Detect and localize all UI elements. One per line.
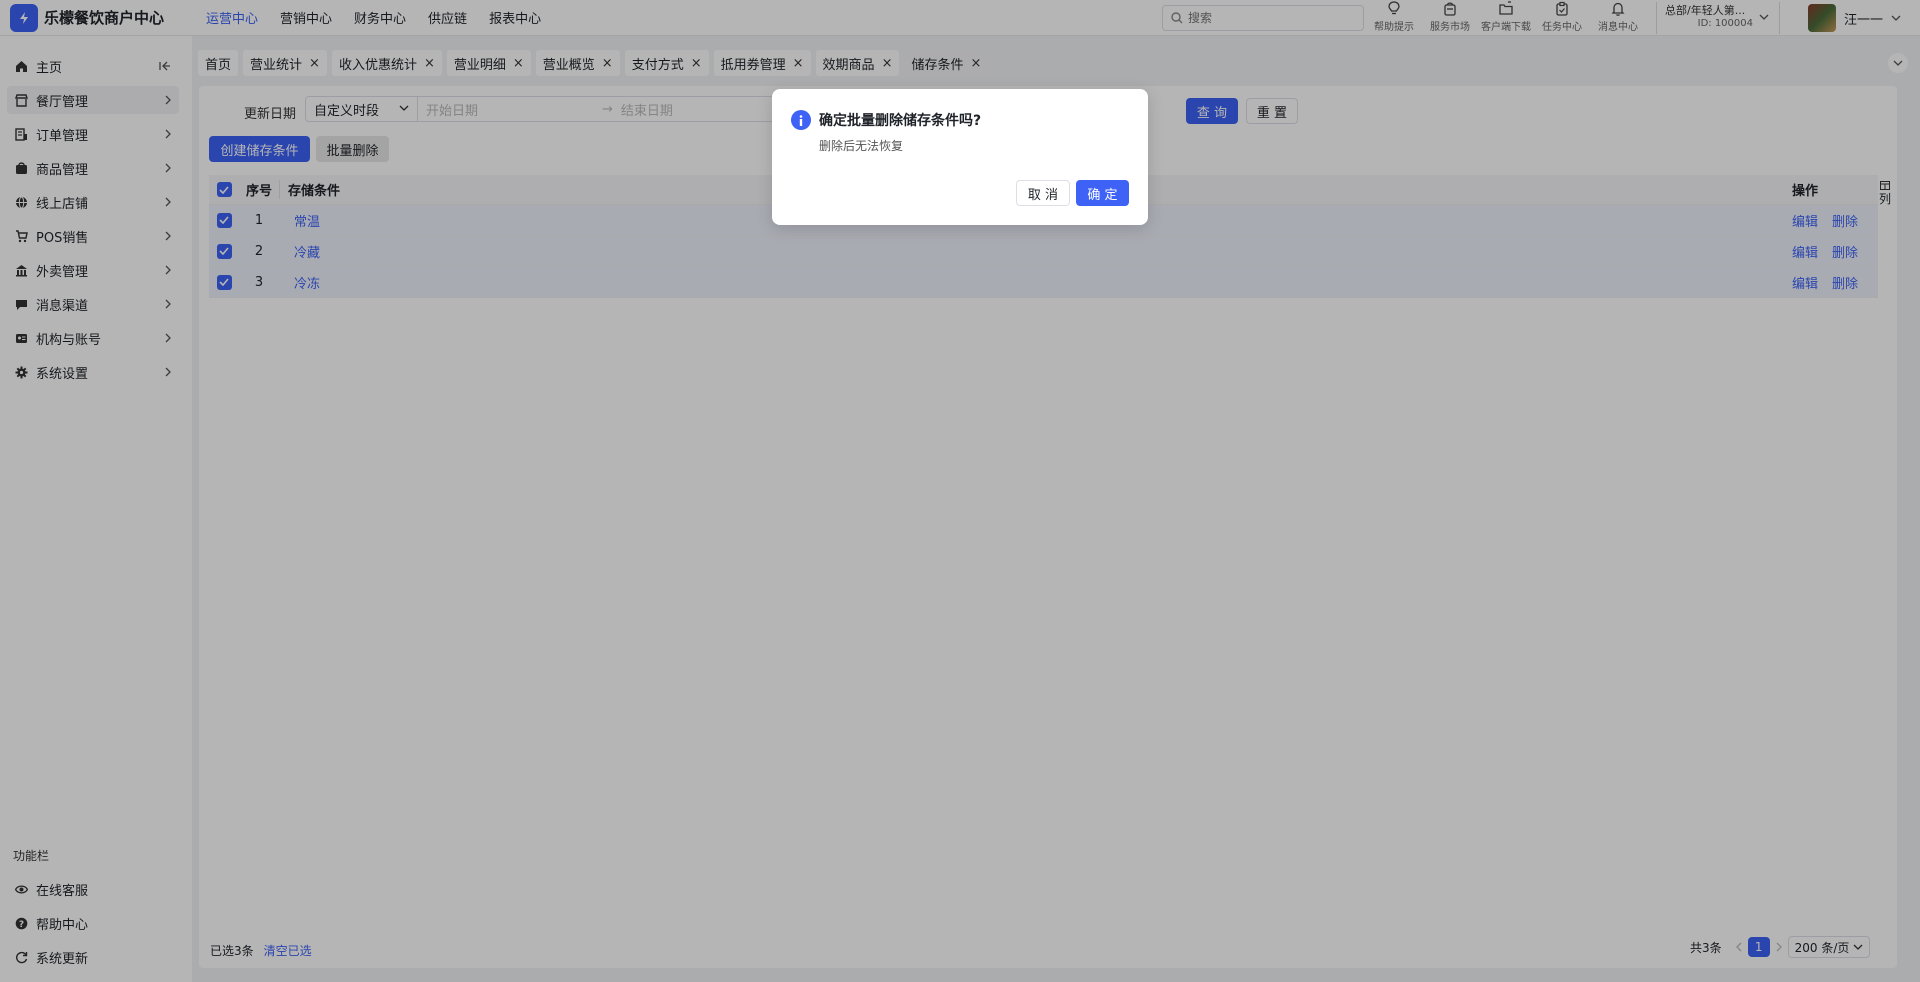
info-icon bbox=[791, 110, 811, 130]
dialog-title: 确定批量删除储存条件吗? bbox=[819, 113, 982, 129]
cancel-button[interactable]: 取 消 bbox=[1016, 180, 1070, 206]
confirm-dialog: 确定批量删除储存条件吗? 删除后无法恢复 取 消 确 定 bbox=[772, 89, 1148, 225]
dialog-content: 删除后无法恢复 bbox=[819, 139, 904, 153]
confirm-button[interactable]: 确 定 bbox=[1076, 180, 1129, 206]
